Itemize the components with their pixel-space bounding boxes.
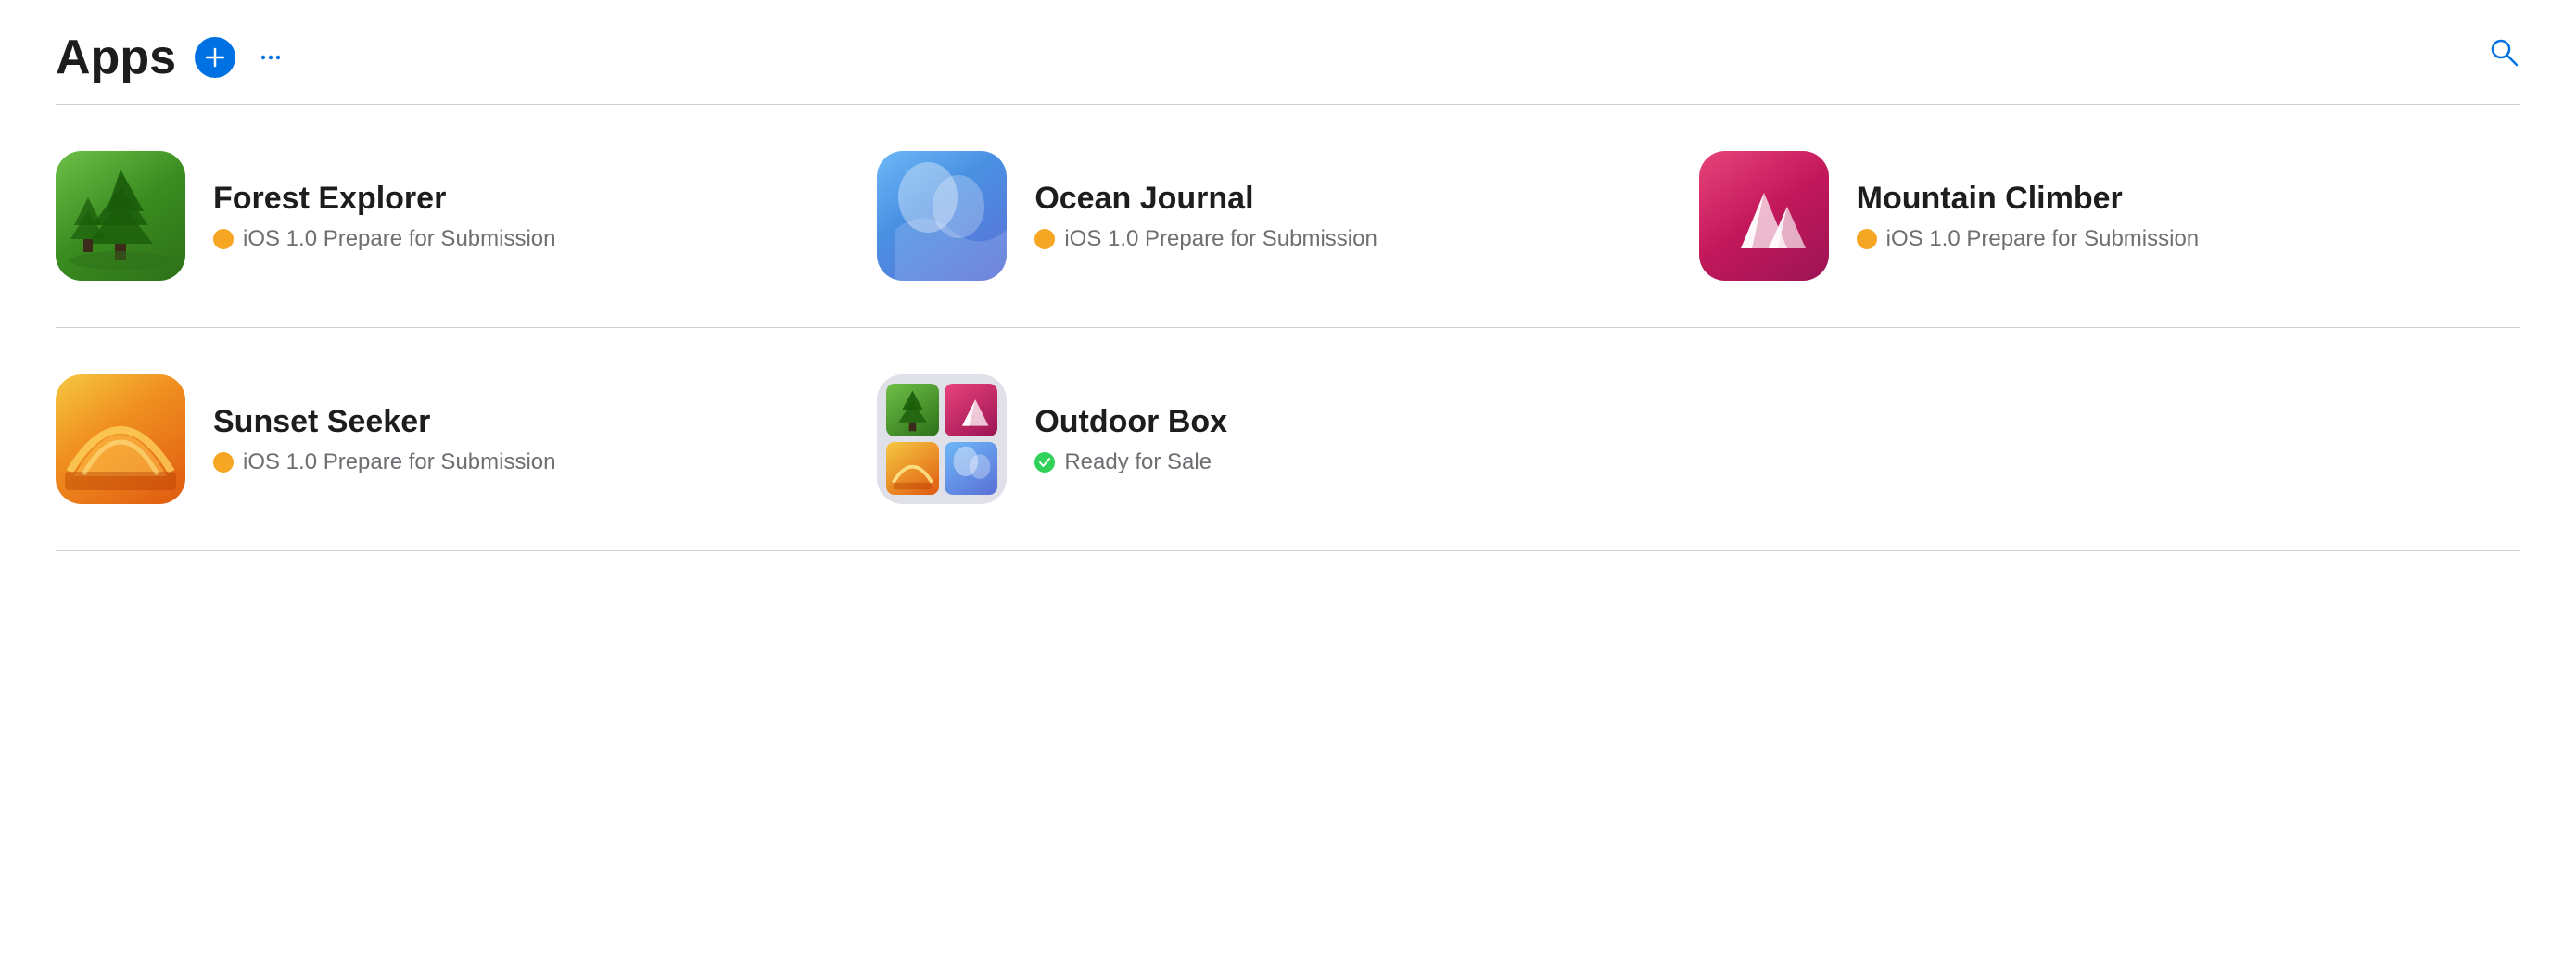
status-icon-yellow-mountain (1857, 229, 1877, 249)
status-icon-yellow-ocean (1034, 229, 1055, 249)
app-status-mountain-climber: iOS 1.0 Prepare for Submission (1857, 226, 2483, 252)
more-button[interactable] (250, 37, 291, 78)
header: Apps (0, 0, 2576, 104)
status-icon-green-outdoor (1034, 452, 1055, 473)
app-item-outdoor-box[interactable]: Outdoor Box Ready for Sale (877, 328, 1698, 550)
app-icon-forest-explorer (56, 151, 185, 281)
status-icon-yellow-sunset (213, 452, 234, 473)
app-status-sunset-seeker: iOS 1.0 Prepare for Submission (213, 449, 840, 475)
app-status-ocean-journal: iOS 1.0 Prepare for Submission (1034, 226, 1661, 252)
mini-icon-sunset (886, 442, 939, 495)
app-icon-outdoor-box (877, 374, 1007, 504)
app-name-sunset-seeker: Sunset Seeker (213, 404, 840, 440)
ellipsis-icon (260, 46, 282, 69)
add-button[interactable] (195, 37, 235, 78)
mini-icon-ocean (945, 442, 997, 495)
search-button[interactable] (2487, 35, 2520, 69)
app-icon-ocean-journal (877, 151, 1007, 281)
app-info-forest-explorer: Forest Explorer iOS 1.0 Prepare for Subm… (213, 181, 840, 252)
app-name-forest-explorer: Forest Explorer (213, 181, 840, 217)
app-info-sunset-seeker: Sunset Seeker iOS 1.0 Prepare for Submis… (213, 404, 840, 475)
search-icon (2487, 35, 2520, 69)
app-item-ocean-journal[interactable]: Ocean Journal iOS 1.0 Prepare for Submis… (877, 105, 1698, 327)
app-item-forest-explorer[interactable]: Forest Explorer iOS 1.0 Prepare for Subm… (56, 105, 877, 327)
app-status-text-outdoor: Ready for Sale (1064, 449, 1212, 475)
app-item-sunset-seeker[interactable]: Sunset Seeker iOS 1.0 Prepare for Submis… (56, 328, 877, 550)
status-icon-yellow-forest (213, 229, 234, 249)
app-info-outdoor-box: Outdoor Box Ready for Sale (1034, 404, 1661, 475)
app-item-mountain-climber[interactable]: Mountain Climber iOS 1.0 Prepare for Sub… (1699, 105, 2520, 327)
page-title: Apps (56, 30, 176, 85)
mini-icon-forest (886, 384, 939, 436)
app-status-forest-explorer: iOS 1.0 Prepare for Submission (213, 226, 840, 252)
app-icon-sunset-seeker (56, 374, 185, 504)
plus-icon (205, 47, 225, 68)
app-status-text-forest: iOS 1.0 Prepare for Submission (243, 226, 556, 252)
app-name-ocean-journal: Ocean Journal (1034, 181, 1661, 217)
app-info-mountain-climber: Mountain Climber iOS 1.0 Prepare for Sub… (1857, 181, 2483, 252)
apps-grid: Forest Explorer iOS 1.0 Prepare for Subm… (0, 105, 2576, 551)
app-info-ocean-journal: Ocean Journal iOS 1.0 Prepare for Submis… (1034, 181, 1661, 252)
app-status-text-sunset: iOS 1.0 Prepare for Submission (243, 449, 556, 475)
app-status-text-ocean: iOS 1.0 Prepare for Submission (1064, 226, 1377, 252)
app-status-text-mountain: iOS 1.0 Prepare for Submission (1886, 226, 2200, 252)
mini-icon-mountain (945, 384, 997, 436)
app-name-mountain-climber: Mountain Climber (1857, 181, 2483, 217)
bottom-divider (56, 550, 2520, 551)
app-status-outdoor-box: Ready for Sale (1034, 449, 1661, 475)
app-name-outdoor-box: Outdoor Box (1034, 404, 1661, 440)
app-icon-mountain-climber (1699, 151, 1829, 281)
